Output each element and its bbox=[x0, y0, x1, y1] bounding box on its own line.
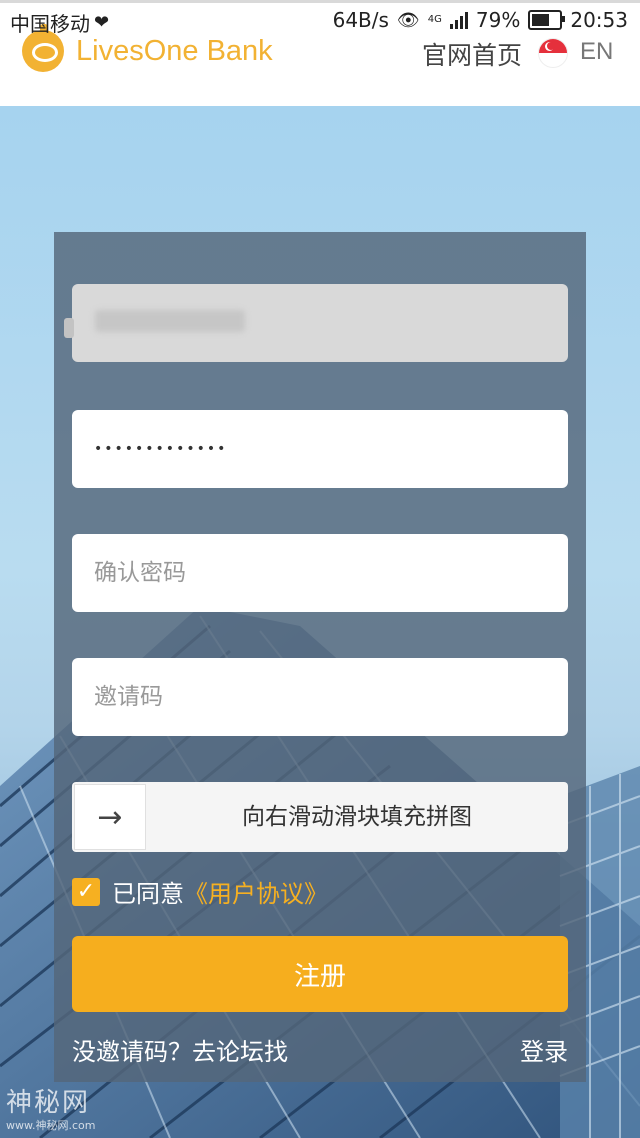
status-bar: 中国移动 ❤ 64B/s 👁 4G 79% 20:53 bbox=[0, 0, 640, 44]
confirm-password-field[interactable] bbox=[72, 534, 568, 612]
agreement-row: ✓ 已同意 《用户协议》 bbox=[72, 874, 328, 909]
watermark: 神秘网 www.神秘网.com bbox=[6, 1082, 95, 1133]
redacted-phone-number bbox=[95, 310, 245, 332]
arrow-right-icon: → bbox=[97, 799, 123, 835]
carrier-name: 中国移动 bbox=[10, 12, 90, 36]
watermark-text: 神秘网 bbox=[6, 1088, 91, 1118]
agree-checkbox[interactable]: ✓ bbox=[72, 877, 100, 906]
clock: 20:53 bbox=[570, 8, 628, 32]
check-icon: ✓ bbox=[76, 878, 96, 904]
redacted-region bbox=[64, 318, 74, 338]
watermark-url: www.神秘网.com bbox=[6, 1119, 96, 1132]
eye-care-icon: 👁 bbox=[396, 9, 420, 31]
network-speed: 64B/s bbox=[332, 8, 389, 32]
status-divider bbox=[0, 0, 640, 3]
battery-icon bbox=[528, 10, 566, 30]
network-type: 4G bbox=[427, 14, 442, 25]
user-agreement-link[interactable]: 《用户协议》 bbox=[184, 874, 328, 909]
login-link[interactable]: 登录 bbox=[520, 1032, 568, 1067]
register-button[interactable]: 注册 bbox=[72, 936, 568, 1012]
signal-bars-icon bbox=[449, 11, 468, 29]
invite-code-field[interactable] bbox=[72, 658, 568, 736]
slider-hint: 向右滑动滑块填充拼图 bbox=[242, 804, 472, 830]
agree-label: 已同意 bbox=[112, 880, 184, 908]
health-heart-icon: ❤ bbox=[94, 12, 110, 33]
slide-captcha[interactable]: → 向右滑动滑块填充拼图 bbox=[72, 782, 568, 852]
slider-handle[interactable]: → bbox=[74, 784, 146, 850]
forum-invite-link[interactable]: 没邀请码？去论坛找 bbox=[72, 1032, 288, 1067]
password-field[interactable] bbox=[72, 410, 568, 488]
battery-percent: 79% bbox=[475, 8, 521, 32]
